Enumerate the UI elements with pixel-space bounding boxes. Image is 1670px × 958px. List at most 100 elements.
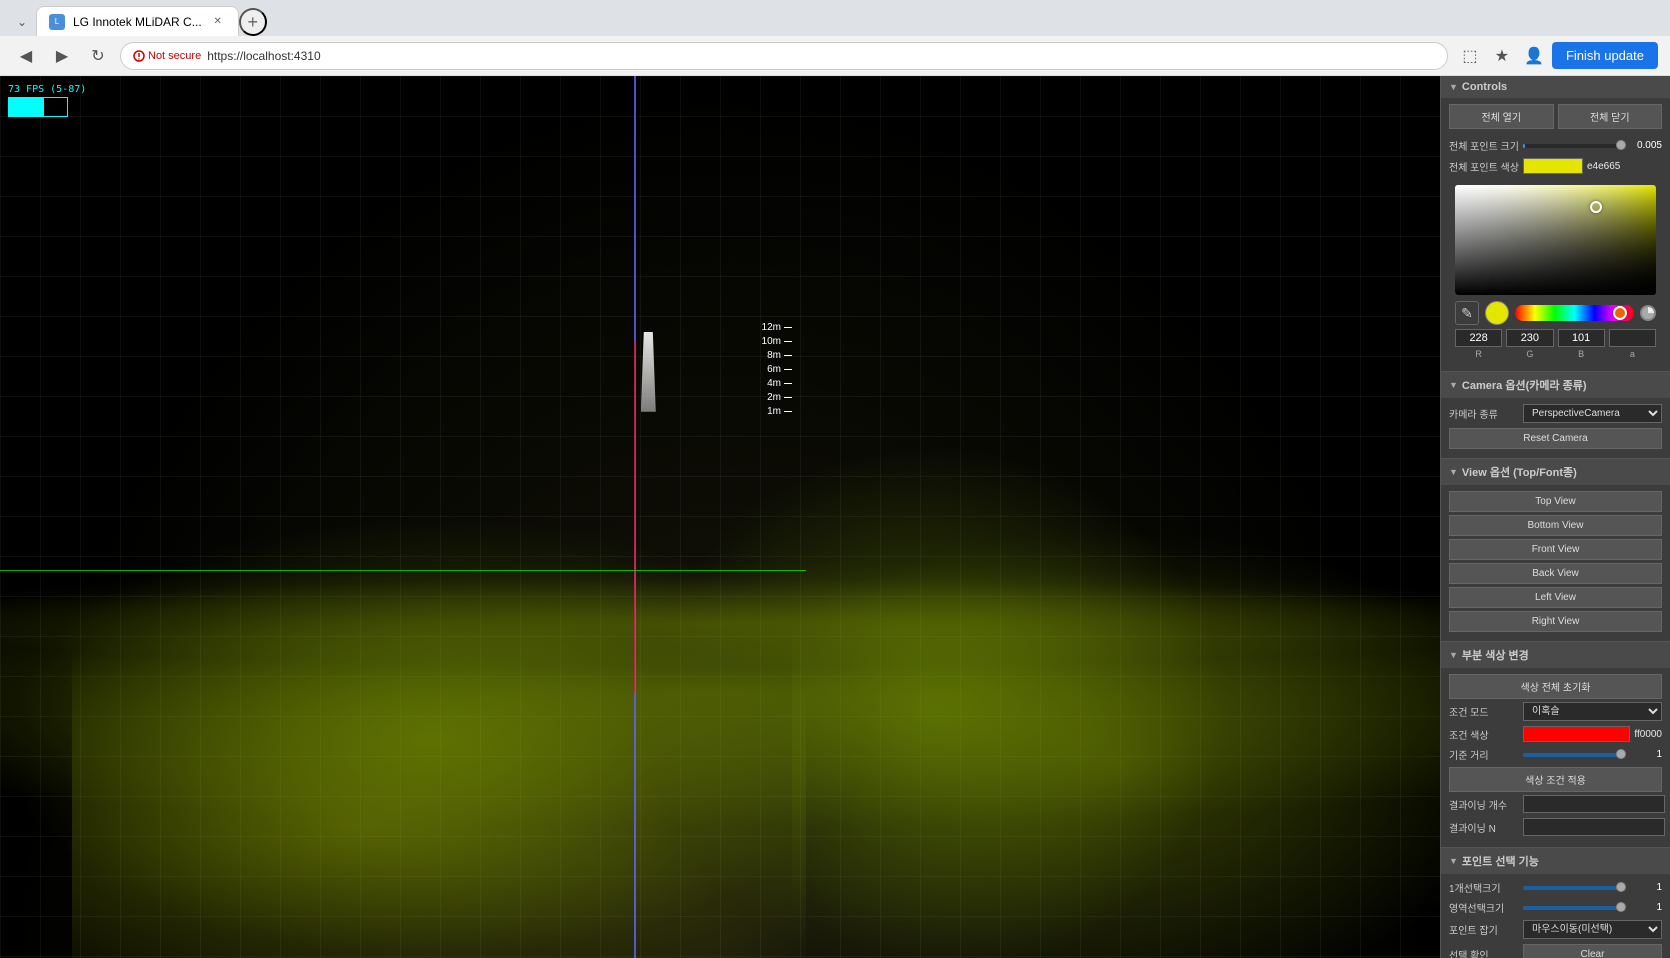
- camera-content: 카메라 종류 PerspectiveCamera Reset Camera: [1441, 398, 1670, 458]
- ruler-mark-8m: 8m: [767, 351, 781, 361]
- ruler-mark-6m: 6m: [767, 365, 781, 375]
- result-count-n-input[interactable]: [1523, 795, 1665, 813]
- point-color-swatch[interactable]: [1523, 158, 1583, 174]
- r-input[interactable]: [1455, 329, 1502, 347]
- ruler-mark-12m: 12m: [762, 323, 781, 333]
- partial-color-title: 부분 색상 변경: [1462, 647, 1529, 663]
- browser-tab[interactable]: L LG Innotek MLiDAR C... ✕: [36, 6, 239, 36]
- red-axis-line: [634, 341, 635, 694]
- address-bar[interactable]: Not secure https://localhost:4310: [120, 42, 1448, 70]
- point-size-row: 전체 포인트 크기 0.005: [1449, 138, 1662, 153]
- base-distance-label: 기준 거리: [1449, 747, 1519, 762]
- b-field: B: [1558, 329, 1605, 359]
- not-secure-indicator: Not secure: [133, 50, 201, 62]
- point-color-hex: e4e665: [1587, 161, 1620, 172]
- point-size-label: 전체 포인트 크기: [1449, 138, 1519, 153]
- color-preview: [1485, 301, 1509, 325]
- tab-close-btn[interactable]: ✕: [210, 14, 226, 30]
- point-grab-label: 포인트 잡기: [1449, 922, 1519, 937]
- base-distance-row: 기준 거리 1: [1449, 747, 1662, 762]
- controls-header[interactable]: ▼ Controls: [1441, 76, 1670, 98]
- opacity-slider[interactable]: [1640, 305, 1656, 321]
- a-input[interactable]: [1609, 329, 1656, 347]
- back-btn[interactable]: ◀: [12, 42, 40, 70]
- a-label: a: [1630, 349, 1635, 359]
- green-ground-line: [0, 570, 806, 571]
- select-size-1-value: 1: [1626, 882, 1662, 893]
- condition-color-swatch[interactable]: [1523, 726, 1630, 742]
- point-select-title: 포인트 선택 기능: [1462, 853, 1539, 869]
- point-color-label: 전체 포인트 색상: [1449, 159, 1519, 174]
- finish-update-btn[interactable]: Finish update: [1552, 42, 1658, 69]
- view-content: Top View Bottom View Front View Back Vie…: [1441, 485, 1670, 641]
- partial-color-section: ▼ 부분 색상 변경 색상 전체 초기화 조건 모드 이혹슬 조건 색상: [1441, 642, 1670, 848]
- camera-type-select[interactable]: PerspectiveCamera: [1523, 404, 1662, 423]
- color-gradient-picker[interactable]: [1455, 185, 1656, 295]
- b-input[interactable]: [1558, 329, 1605, 347]
- profile-btn[interactable]: 👤: [1520, 42, 1548, 70]
- apply-condition-btn[interactable]: 색상 조건 적용: [1449, 767, 1662, 792]
- controls-section: ▼ Controls 전체 열기 전체 닫기 전체 포인트 크기: [1441, 76, 1670, 372]
- fps-text: 73 FPS (5-87): [8, 84, 86, 95]
- 3d-viewport[interactable]: 12m 10m 8m 6m 4m 2m 1m 73 FPS (5-87): [0, 76, 1440, 958]
- partial-color-header[interactable]: ▼ 부분 색상 변경: [1441, 642, 1670, 668]
- hue-slider[interactable]: [1515, 305, 1634, 321]
- camera-title: Camera 옵션(카메라 종류): [1462, 377, 1587, 393]
- result-count-n2-input[interactable]: [1523, 818, 1665, 836]
- base-distance-slider[interactable]: [1523, 753, 1622, 757]
- top-view-btn[interactable]: Top View: [1449, 491, 1662, 512]
- eyedropper-btn[interactable]: ✎: [1455, 301, 1479, 325]
- select-size-1-slider[interactable]: [1523, 886, 1622, 890]
- toolbar-actions: ⬚ ★ 👤 Finish update: [1456, 42, 1658, 70]
- bottom-view-btn[interactable]: Bottom View: [1449, 515, 1662, 536]
- condition-mode-label: 조건 모드: [1449, 704, 1519, 719]
- g-field: G: [1506, 329, 1553, 359]
- ruler-mark-2m: 2m: [767, 393, 781, 403]
- point-select-section: ▼ 포인트 선택 기능 1개선택크기 1 영역선택크기: [1441, 848, 1670, 958]
- point-select-header[interactable]: ▼ 포인트 선택 기능: [1441, 848, 1670, 874]
- reset-camera-btn[interactable]: Reset Camera: [1449, 428, 1662, 449]
- rgb-inputs: R G B a: [1455, 329, 1656, 359]
- forward-btn[interactable]: ▶: [48, 42, 76, 70]
- point-size-value: 0.005: [1626, 140, 1662, 151]
- cast-btn[interactable]: ⬚: [1456, 42, 1484, 70]
- point-size-slider[interactable]: [1523, 144, 1622, 148]
- main-content: 12m 10m 8m 6m 4m 2m 1m 73 FPS (5-87) ▼ C…: [0, 76, 1670, 958]
- condition-mode-select[interactable]: 이혹슬: [1523, 702, 1662, 721]
- point-grab-select[interactable]: 마우스이동(미선택): [1523, 920, 1662, 939]
- condition-color-hex: ff0000: [1634, 729, 1662, 740]
- bookmark-btn[interactable]: ★: [1488, 42, 1516, 70]
- view-header[interactable]: ▼ View 옵션 (Top/Font종): [1441, 459, 1670, 485]
- open-all-btn[interactable]: 전체 열기: [1449, 104, 1554, 129]
- controls-arrow-icon: ▼: [1449, 82, 1458, 92]
- tab-title: LG Innotek MLiDAR C...: [73, 15, 202, 29]
- selection-info-label: 선택 확인: [1449, 947, 1519, 958]
- select-size-1-row: 1개선택크기 1: [1449, 880, 1662, 895]
- result-count-n2-row: 결과이닝 N: [1449, 818, 1662, 836]
- points-left: [72, 517, 806, 958]
- front-view-btn[interactable]: Front View: [1449, 539, 1662, 560]
- url-display: https://localhost:4310: [207, 49, 320, 63]
- tab-menu-btn[interactable]: ⌄: [8, 8, 36, 36]
- camera-header[interactable]: ▼ Camera 옵션(카메라 종류): [1441, 372, 1670, 398]
- refresh-btn[interactable]: ↻: [84, 42, 112, 70]
- region-select-size-row: 영역선택크기 1: [1449, 900, 1662, 915]
- tab-favicon: L: [49, 14, 65, 30]
- clear-btn[interactable]: Clear: [1523, 944, 1662, 958]
- tab-bar: ⌄ L LG Innotek MLiDAR C... ✕ +: [0, 0, 1670, 36]
- camera-section: ▼ Camera 옵션(카메라 종류) 카메라 종류 PerspectiveCa…: [1441, 372, 1670, 459]
- g-input[interactable]: [1506, 329, 1553, 347]
- right-view-btn[interactable]: Right View: [1449, 611, 1662, 632]
- condition-color-row: 조건 색상 ff0000: [1449, 726, 1662, 742]
- points-right: [792, 473, 1440, 958]
- new-tab-btn[interactable]: +: [239, 8, 267, 36]
- ruler-mark-1m: 1m: [767, 407, 781, 417]
- left-view-btn[interactable]: Left View: [1449, 587, 1662, 608]
- point-select-arrow-icon: ▼: [1449, 856, 1458, 866]
- camera-type-row: 카메라 종류 PerspectiveCamera: [1449, 404, 1662, 423]
- color-reset-btn[interactable]: 색상 전체 초기화: [1449, 674, 1662, 699]
- region-select-size-slider[interactable]: [1523, 906, 1622, 910]
- back-view-btn[interactable]: Back View: [1449, 563, 1662, 584]
- close-all-btn[interactable]: 전체 닫기: [1558, 104, 1663, 129]
- selection-info-row: 선택 확인 Clear: [1449, 944, 1662, 958]
